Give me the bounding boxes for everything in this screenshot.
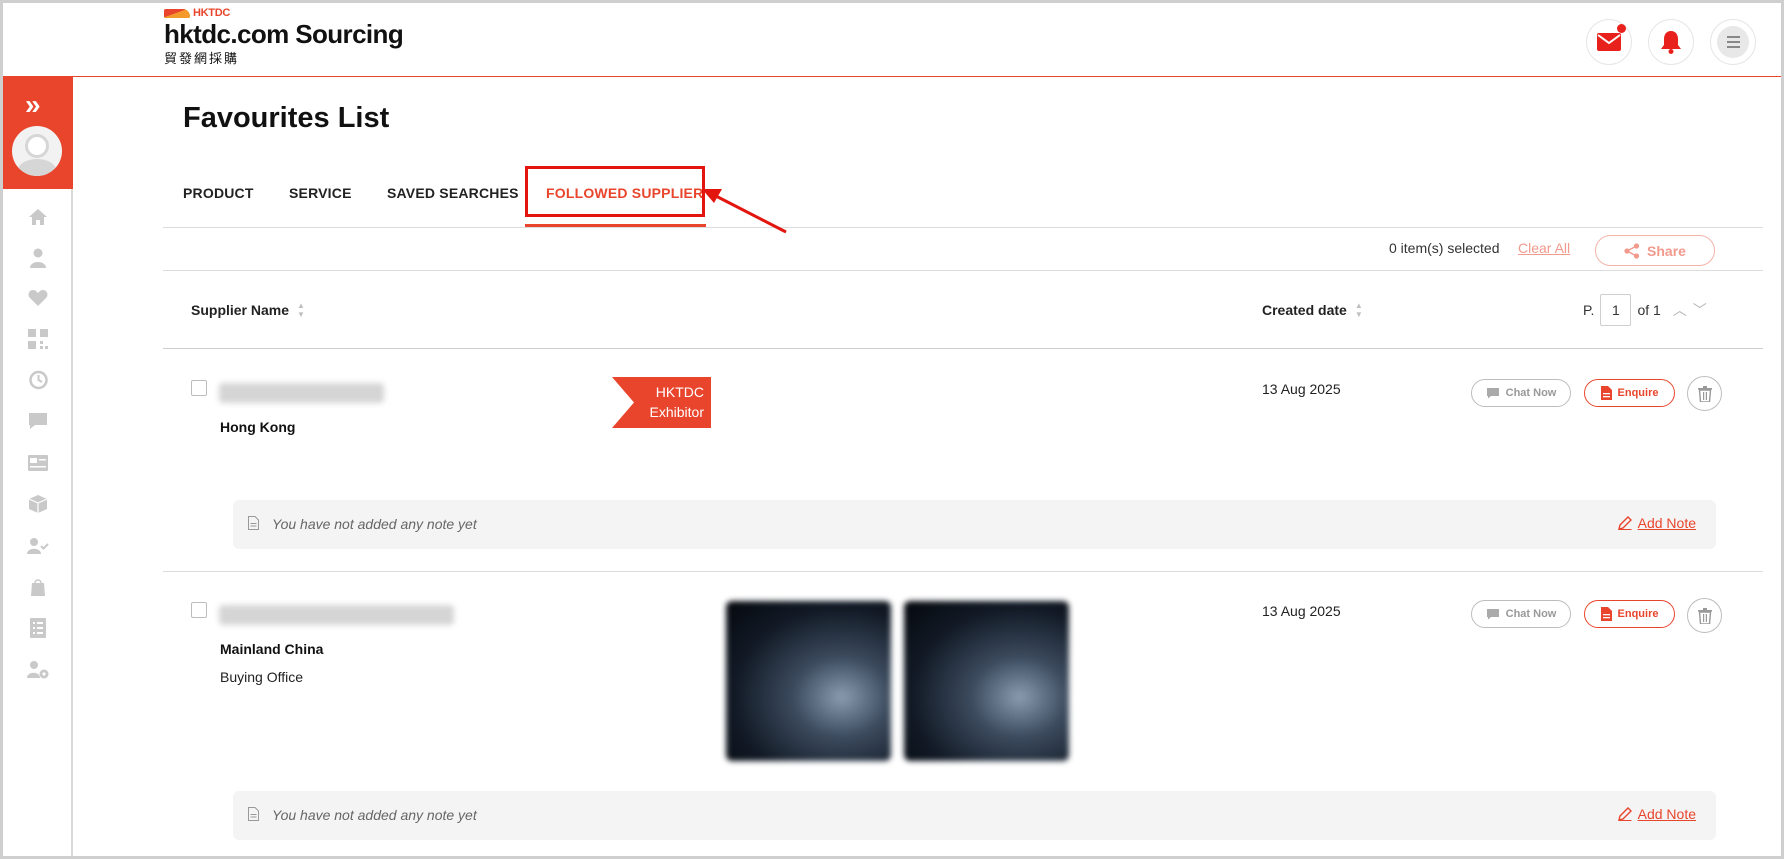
note-box: You have not added any note yet Add Note [233,791,1716,840]
trash-icon [1697,607,1712,624]
note-icon [248,807,259,821]
bag-icon[interactable] [27,576,49,598]
sort-icon[interactable]: ▲ ▼ [297,301,305,319]
supplier-name-blurred[interactable] [219,383,384,403]
chat-icon [1486,388,1499,399]
add-note-link[interactable]: Add Note [1617,515,1696,531]
note-icon [248,516,259,530]
heart-icon[interactable] [27,287,49,309]
tab-divider [163,227,1763,228]
menu-icon [1717,26,1749,58]
sort-icon[interactable]: ▲ ▼ [1355,301,1363,319]
created-date: 13 Aug 2025 [1262,381,1341,397]
history-icon[interactable] [27,369,49,391]
pointer-arrow-icon [702,189,787,234]
user-icon[interactable] [27,247,49,269]
logo-sub-text: 貿發網採購 [164,51,240,66]
note-text: You have not added any note yet [272,516,477,532]
add-note-label: Add Note [1637,515,1696,531]
logo-top: HKTDC [164,7,403,19]
chevron-down-icon[interactable]: ﹀ [1693,300,1707,320]
supplier-region: Mainland China [220,641,324,657]
pager-prefix: P. [1583,302,1595,318]
enquire-button[interactable]: Enquire [1584,600,1675,628]
add-note-label: Add Note [1637,806,1696,822]
pencil-icon [1617,807,1632,821]
document-icon [1600,386,1612,400]
selected-count: 0 item(s) selected [1389,240,1500,256]
main-menu-button[interactable] [1710,19,1756,65]
tab-service[interactable]: SERVICE [289,185,352,201]
box-icon[interactable] [27,493,49,515]
logo-main-text: hktdc.com Sourcing [164,19,404,49]
document-icon [1600,607,1612,621]
supplier-type: Buying Office [220,669,304,685]
supplier-region: Hong Kong [220,419,296,435]
card-icon[interactable] [27,452,49,474]
delete-button[interactable] [1687,598,1722,633]
chevron-up-icon[interactable]: ︿ [1673,300,1687,320]
pencil-icon [1617,516,1632,530]
col-supplier-label: Supplier Name [191,302,290,318]
expand-icon[interactable]: » [25,91,41,119]
tab-saved-searches[interactable]: SAVED SEARCHES [387,185,519,201]
share-label: Share [1647,242,1686,259]
mail-unread-dot [1617,24,1626,33]
row-checkbox[interactable] [191,602,207,618]
tab-highlight-box [525,166,705,217]
trash-icon [1697,385,1712,402]
col-date-label: Created date [1262,302,1347,318]
note-text: You have not added any note yet [272,807,477,823]
bell-icon [1661,31,1681,54]
delete-button[interactable] [1687,376,1722,411]
left-sidebar: » [3,77,73,856]
sidebar-profile-area: » [3,77,73,189]
product-image-1[interactable] [726,601,891,761]
created-date: 13 Aug 2025 [1262,603,1341,619]
clear-all-link[interactable]: Clear All [1518,240,1570,256]
page-title: Favourites List [183,102,390,134]
home-icon[interactable] [27,206,49,228]
share-button[interactable]: Share [1595,235,1715,266]
user-check-icon[interactable] [27,535,49,557]
qr-icon[interactable] [27,328,49,350]
row-divider [163,571,1763,572]
pager-arrows: ︿ ﹀ [1673,300,1707,320]
top-header: HKTDC hktdc.com Sourcing 貿發網採購 [3,3,1781,77]
chat-now-button[interactable]: Chat Now [1471,379,1571,407]
page-input[interactable]: 1 [1600,294,1632,326]
share-icon [1624,242,1640,259]
enquire-label: Enquire [1617,608,1659,620]
supplier-name-blurred[interactable] [219,605,454,625]
row-checkbox[interactable] [191,380,207,396]
chat-icon[interactable] [27,410,49,432]
user-settings-icon[interactable] [27,659,49,681]
chat-icon [1486,609,1499,620]
chat-now-label: Chat Now [1505,608,1557,620]
logo-top-text: HKTDC [193,7,230,19]
col-created-date[interactable]: Created date ▲ ▼ [1262,301,1363,319]
col-supplier-name[interactable]: Supplier Name ▲ ▼ [191,301,305,319]
chat-now-label: Chat Now [1505,387,1557,399]
list-icon[interactable] [27,617,49,639]
product-image-2[interactable] [904,601,1069,761]
tab-product[interactable]: PRODUCT [183,185,254,201]
table-header-divider [163,348,1763,349]
note-box: You have not added any note yet Add Note [233,500,1716,549]
chat-now-button[interactable]: Chat Now [1471,600,1571,628]
avatar[interactable] [12,126,62,176]
pagination: P. 1 of 1 ︿ ﹀ [1583,294,1707,326]
add-note-link[interactable]: Add Note [1617,806,1696,822]
pager-total: of 1 [1637,302,1661,318]
site-logo[interactable]: HKTDC hktdc.com Sourcing 貿發網採購 [164,7,404,67]
notification-button[interactable] [1648,19,1694,65]
mail-button[interactable] [1586,19,1632,65]
selection-divider [163,270,1763,271]
enquire-label: Enquire [1617,387,1659,399]
mail-icon [1597,33,1621,51]
enquire-button[interactable]: Enquire [1584,379,1675,407]
logo-mark-icon [164,8,190,18]
